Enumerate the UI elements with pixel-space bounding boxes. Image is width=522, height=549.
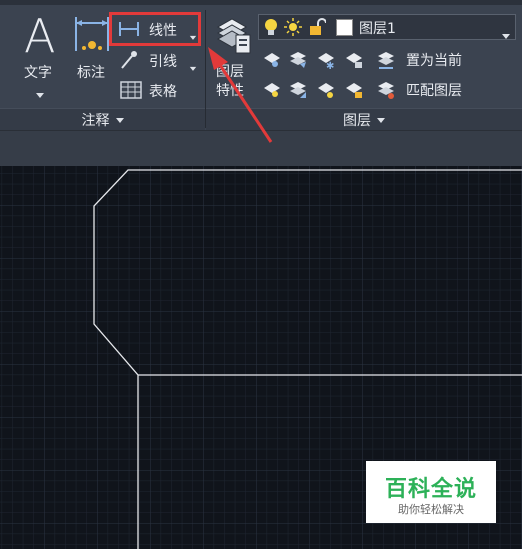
watermark-subtitle: 助你轻松解决: [398, 503, 464, 516]
dimension-button[interactable]: 标注: [70, 5, 114, 105]
svg-text:✱: ✱: [326, 61, 334, 70]
match-layer-label[interactable]: 匹配图层: [406, 80, 462, 100]
chevron-down-icon: [377, 117, 385, 123]
dimension-icon: [75, 17, 109, 51]
watermark: 百科全说 助你轻松解决: [366, 461, 496, 523]
layer-unisolate-icon[interactable]: [288, 80, 308, 100]
text-button-label: 文字: [24, 65, 52, 81]
make-current-label[interactable]: 置为当前: [406, 50, 462, 70]
annotation-panel-footer[interactable]: 注释: [0, 108, 205, 131]
layers-panel-footer[interactable]: 图层: [206, 108, 522, 131]
text-button[interactable]: A 文字: [14, 5, 66, 105]
layer-properties-button[interactable]: 图层 特性: [210, 5, 256, 105]
layer-freeze-icon[interactable]: ✱: [316, 50, 336, 70]
chevron-down-icon: [115, 117, 124, 123]
dimension-button-label: 标注: [77, 65, 105, 81]
layer-tools-row-2: 匹配图层: [258, 78, 518, 102]
leader-icon: [121, 51, 137, 69]
layer-unlock-icon[interactable]: [344, 80, 364, 100]
table-label: 表格: [149, 84, 177, 100]
layer-dropdown[interactable]: 图层1: [258, 14, 516, 40]
table-icon: [120, 81, 142, 99]
layer-color-swatch: [336, 19, 353, 36]
layer-on-icon[interactable]: [262, 80, 282, 100]
sun-icon: [284, 18, 302, 36]
layers-footer-label: 图层: [343, 113, 371, 129]
highlight-box: [109, 12, 201, 46]
layer-tools-row-1: ✱ 置为当前: [258, 48, 518, 72]
annotation-footer-label: 注释: [81, 113, 110, 129]
bulb-icon: [265, 19, 277, 35]
table-button[interactable]: 表格: [116, 78, 200, 102]
chevron-down-icon: [36, 83, 44, 102]
leader-label: 引线: [149, 54, 177, 70]
layer-stack-icon: [216, 18, 251, 54]
layer-lock-icon[interactable]: [344, 50, 364, 70]
make-current-icon[interactable]: [376, 50, 396, 70]
ribbon-lower-bar: [0, 130, 522, 166]
chevron-down-icon: [189, 59, 197, 74]
layer-properties-label-1: 图层: [216, 64, 244, 80]
layer-off-icon[interactable]: [262, 50, 282, 70]
ribbon: A 文字 标注 线性 引线 表格 注释 图层 特性 图层1 ✱ 置为当前 匹配图…: [0, 0, 522, 166]
chevron-down-icon: [502, 24, 510, 43]
text-a-icon: A: [24, 9, 56, 63]
unlock-icon: [310, 18, 326, 35]
layer-isolate-icon[interactable]: [288, 50, 308, 70]
watermark-title: 百科全说: [384, 477, 477, 502]
current-layer-name: 图层1: [359, 21, 396, 37]
layer-thaw-icon[interactable]: [316, 80, 336, 100]
layer-properties-label-2: 特性: [216, 83, 244, 99]
match-layer-icon[interactable]: [376, 80, 396, 100]
leader-button[interactable]: 引线: [116, 48, 200, 72]
